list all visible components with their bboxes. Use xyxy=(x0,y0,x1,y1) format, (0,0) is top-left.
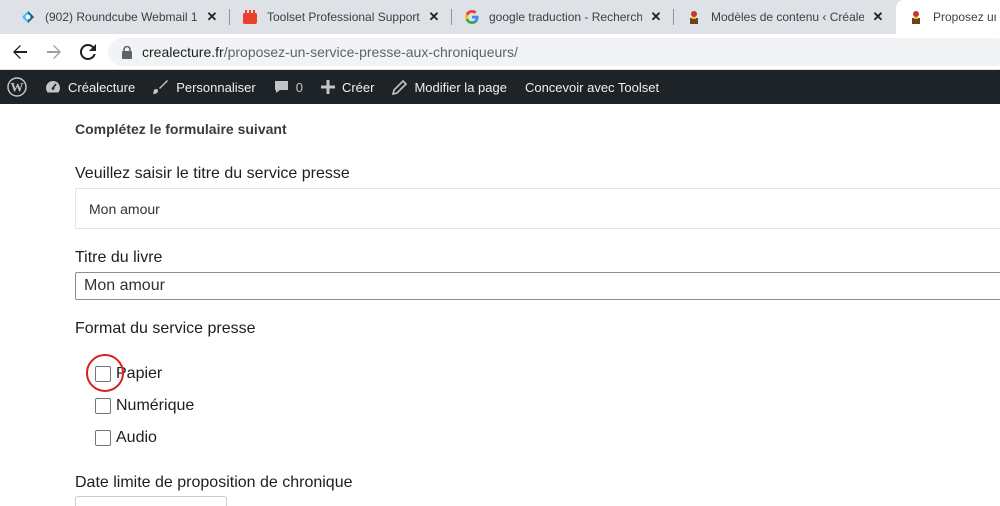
new-label: Créer xyxy=(341,79,375,95)
tab-title: google traduction - Recherche xyxy=(489,10,642,24)
browser-tab-google[interactable]: google traduction - Recherche ✕ xyxy=(452,0,674,34)
edit-page-label: Modifier la page xyxy=(414,79,507,95)
adminbar-comments[interactable]: 0 xyxy=(265,70,312,104)
site-name-label: Créalecture xyxy=(68,79,136,95)
crealecture-icon xyxy=(908,9,924,25)
tab-title: Toolset Professional Support xyxy=(267,10,420,24)
service-title-label: Veuillez saisir le titre du service pres… xyxy=(75,165,350,182)
format-option-numerique[interactable]: Numérique xyxy=(95,397,194,415)
wordpress-logo-icon[interactable]: W xyxy=(0,70,36,104)
url-path: /proposez-un-service-presse-aux-chroniqu… xyxy=(223,44,518,60)
wp-admin-bar: W Créalecture Personnaliser 0 Créer Modi… xyxy=(0,70,1000,104)
brush-icon xyxy=(153,79,169,95)
toolset-label: Concevoir avec Toolset xyxy=(524,79,660,95)
dashboard-icon xyxy=(45,80,61,94)
roundcube-icon xyxy=(20,9,36,25)
adminbar-new[interactable]: Créer xyxy=(312,70,384,104)
customize-label: Personnaliser xyxy=(176,79,256,95)
browser-tab-modeles[interactable]: Modèles de contenu ‹ Créalecture ✕ xyxy=(674,0,896,34)
tab-close-icon[interactable]: ✕ xyxy=(648,9,664,25)
plus-icon xyxy=(320,80,335,94)
comments-count: 0 xyxy=(295,79,303,95)
browser-tab-strip: (902) Roundcube Webmail 1.4 ✕ Toolset Pr… xyxy=(0,0,1000,34)
back-arrow-icon[interactable] xyxy=(6,38,34,66)
checkbox[interactable] xyxy=(95,398,111,414)
tab-close-icon[interactable]: ✕ xyxy=(426,9,442,25)
tab-close-icon[interactable]: ✕ xyxy=(870,9,886,25)
pencil-icon xyxy=(392,79,408,95)
service-title-value: Mon amour xyxy=(89,200,160,217)
adminbar-site-name[interactable]: Créalecture xyxy=(36,70,144,104)
browser-tab-toolset[interactable]: Toolset Professional Support ✕ xyxy=(230,0,452,34)
url-domain: crealecture.fr xyxy=(142,44,224,60)
service-title-input[interactable]: Mon amour xyxy=(75,188,1000,229)
svg-text:W: W xyxy=(11,80,24,95)
page-content: Complétez le formulaire suivant Veuillez… xyxy=(0,104,1000,506)
adminbar-edit-page[interactable]: Modifier la page xyxy=(383,70,516,104)
address-bar[interactable]: crealecture.fr/proposez-un-service-press… xyxy=(108,38,1000,66)
google-icon xyxy=(464,9,480,25)
toolset-icon xyxy=(242,9,258,25)
deadline-label: Date limite de proposition de chronique xyxy=(75,474,353,491)
adminbar-toolset[interactable]: Concevoir avec Toolset xyxy=(516,70,668,104)
book-title-input[interactable]: Mon amour xyxy=(75,272,1000,300)
tab-title: (902) Roundcube Webmail 1.4 xyxy=(45,10,198,24)
forward-arrow-icon[interactable] xyxy=(40,38,68,66)
tab-title: Modèles de contenu ‹ Créalecture xyxy=(711,10,864,24)
reload-icon[interactable] xyxy=(74,38,102,66)
lock-icon xyxy=(122,45,132,59)
tab-close-icon[interactable]: ✕ xyxy=(204,9,220,25)
book-title-label: Titre du livre xyxy=(75,249,163,266)
tab-title: Proposez un xyxy=(933,10,996,24)
adminbar-customize[interactable]: Personnaliser xyxy=(144,70,265,104)
book-title-value: Mon amour xyxy=(84,277,165,294)
format-option-audio[interactable]: Audio xyxy=(95,429,157,447)
format-label: Format du service presse xyxy=(75,320,256,337)
crealecture-icon xyxy=(686,9,702,25)
format-option-label: Audio xyxy=(116,429,157,446)
browser-tab-active[interactable]: Proposez un xyxy=(896,0,1000,34)
checkbox[interactable] xyxy=(95,430,111,446)
comment-icon xyxy=(274,80,289,94)
highlight-circle-annotation xyxy=(86,354,124,392)
format-option-label: Numérique xyxy=(116,397,195,414)
form-heading: Complétez le formulaire suivant xyxy=(75,121,287,137)
deadline-date-input[interactable] xyxy=(75,496,227,506)
browser-toolbar: crealecture.fr/proposez-un-service-press… xyxy=(0,34,1000,70)
browser-tab-roundcube[interactable]: (902) Roundcube Webmail 1.4 ✕ xyxy=(8,0,230,34)
